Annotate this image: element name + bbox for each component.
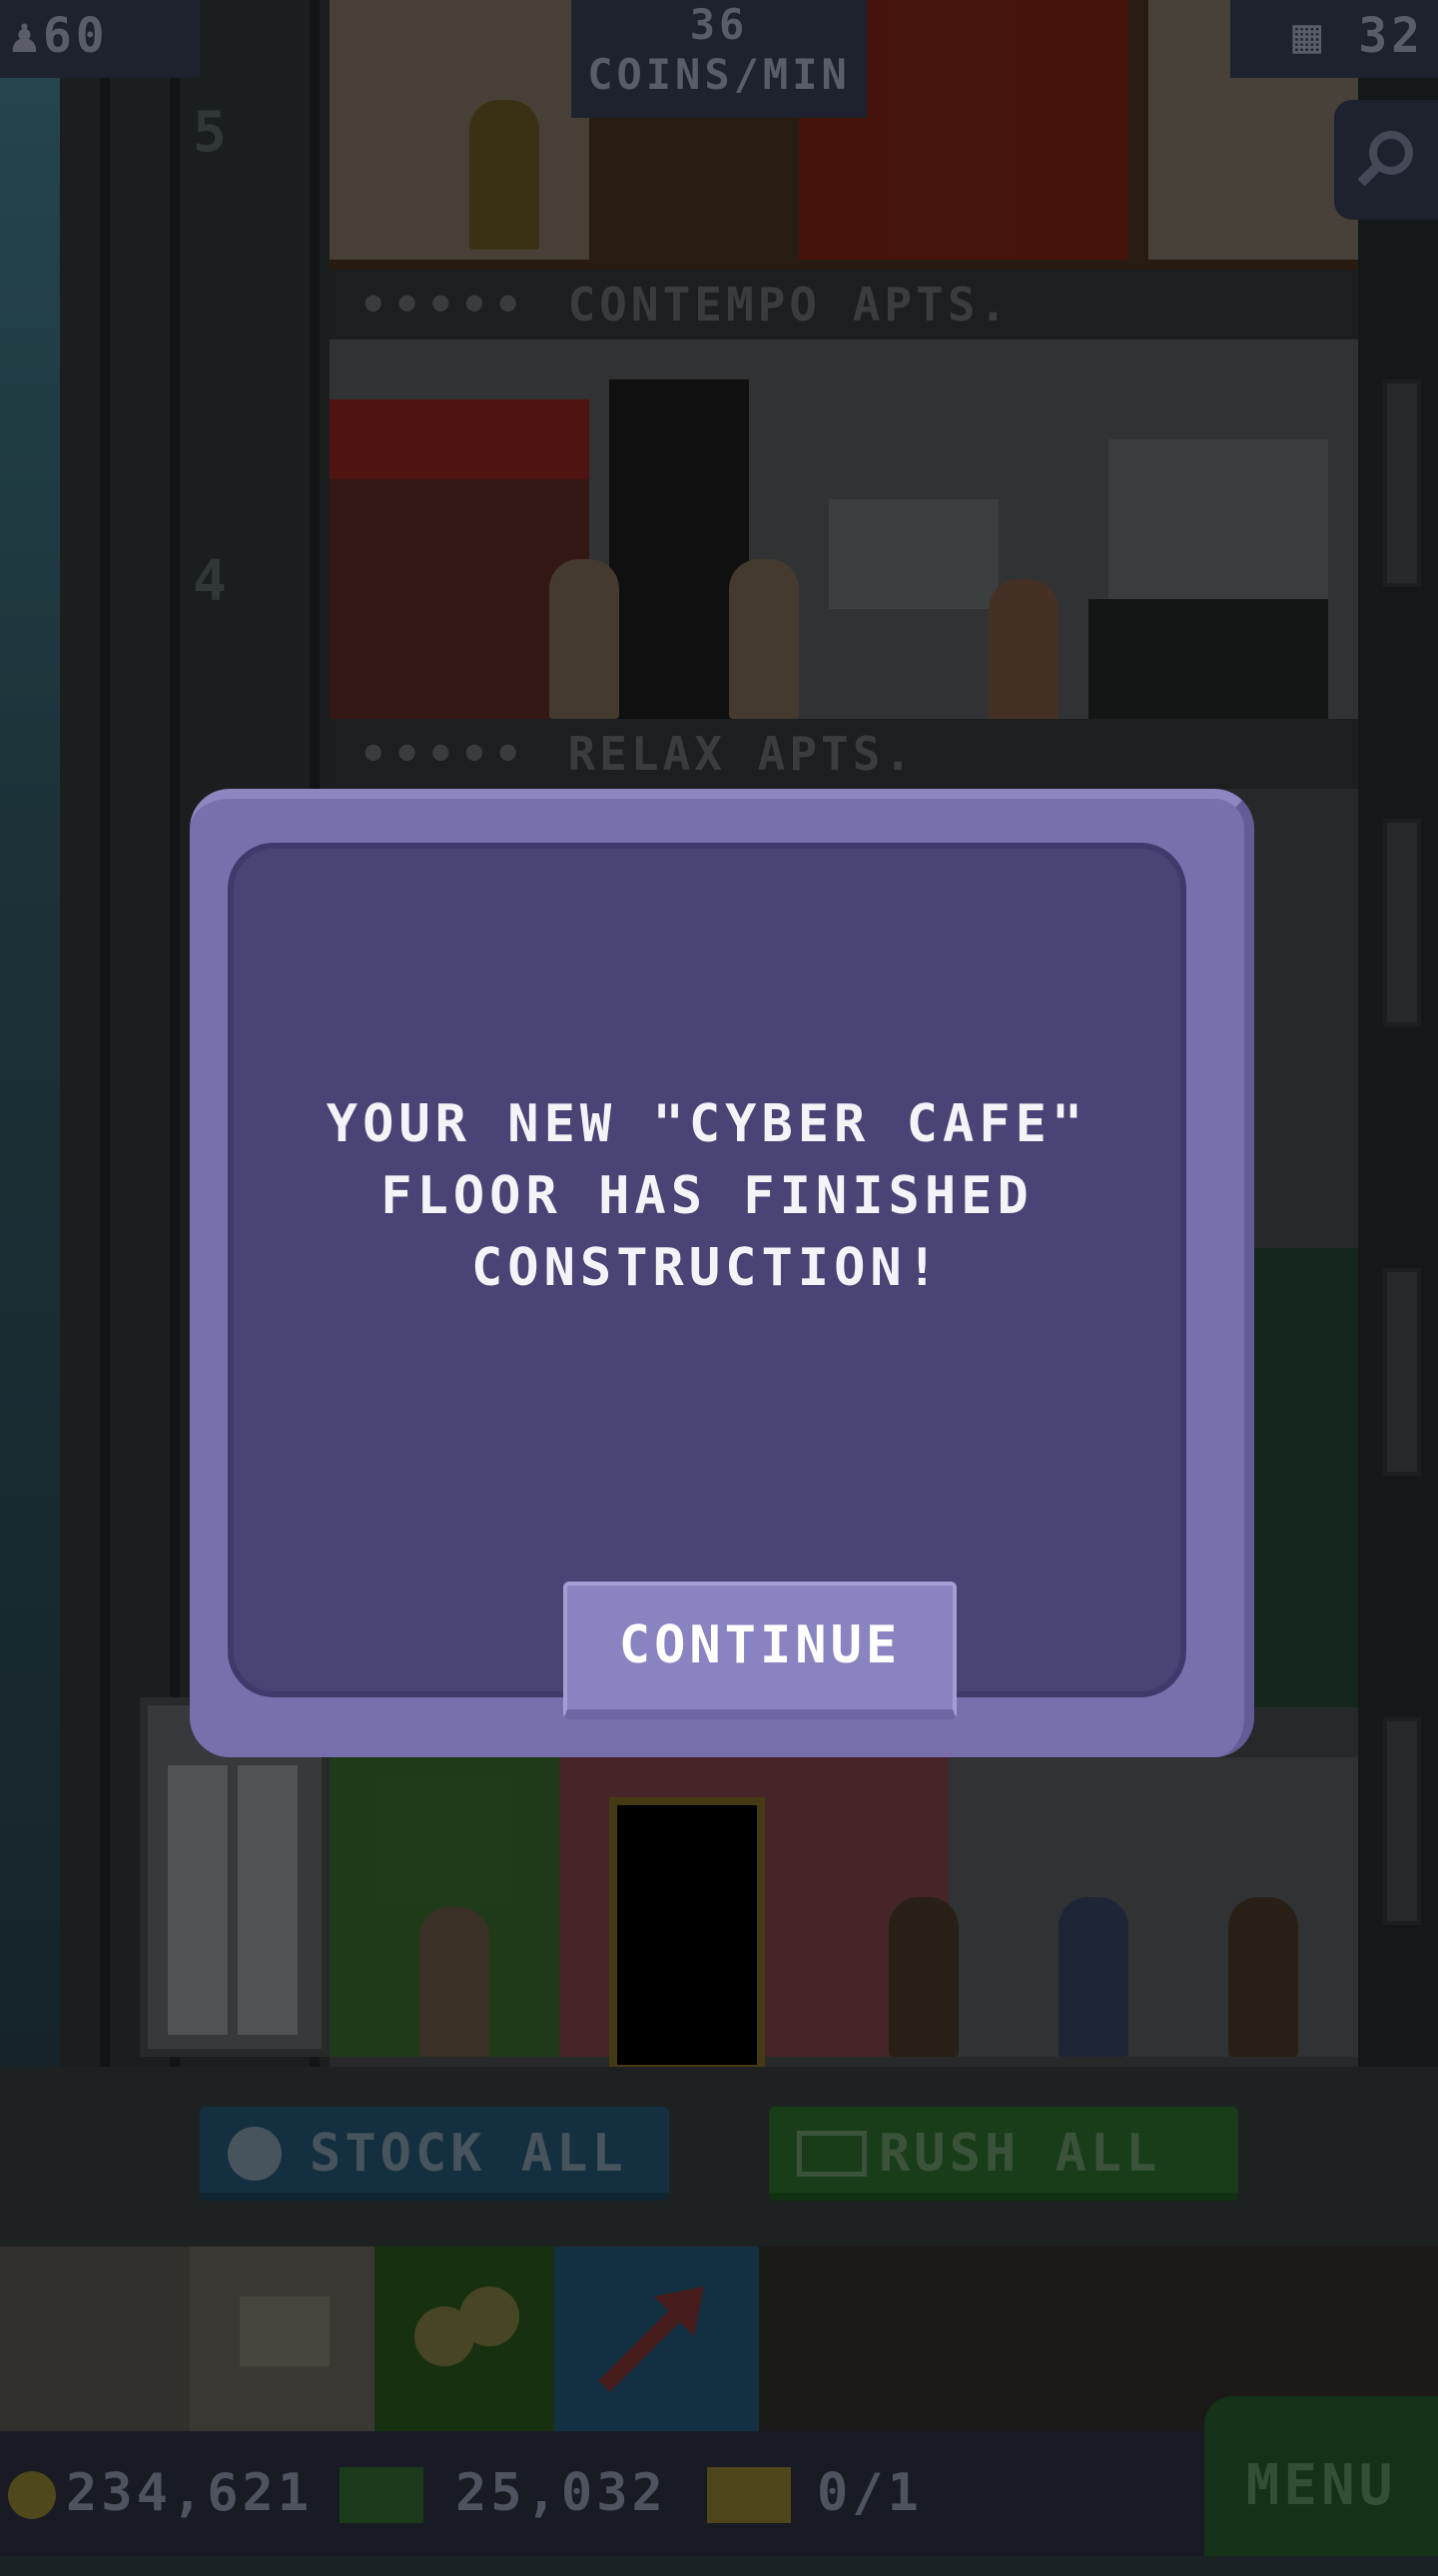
dialog-message: YOUR NEW "CYBER CAFE" FLOOR HAS FINISHED… xyxy=(326,1094,1088,1298)
construction-complete-dialog: YOUR NEW "CYBER CAFE" FLOOR HAS FINISHED… xyxy=(190,789,1254,1757)
dialog-body: YOUR NEW "CYBER CAFE" FLOOR HAS FINISHED… xyxy=(228,843,1186,1719)
continue-button[interactable]: CONTINUE xyxy=(563,1582,957,1719)
